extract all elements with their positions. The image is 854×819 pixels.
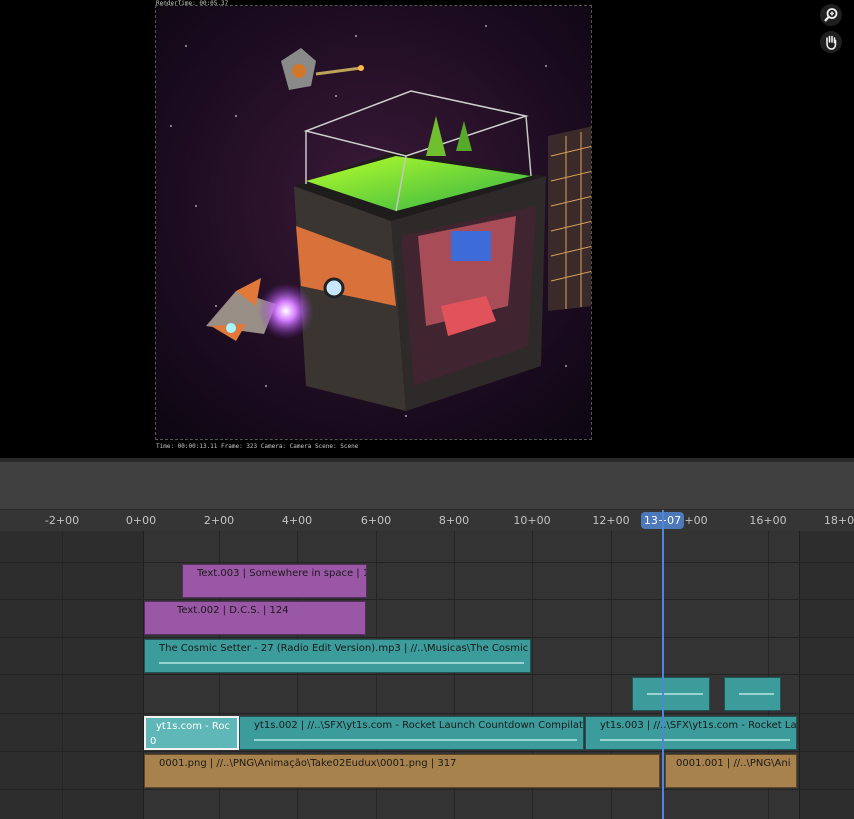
grid-line	[62, 531, 63, 819]
tick-label: 10+00	[513, 514, 551, 527]
tick-label: 2+00	[203, 514, 235, 527]
sound-strip-clip[interactable]	[724, 677, 781, 711]
tick-label: 18+0	[823, 514, 854, 527]
strip-label: Text.002 | D.C.S. | 124	[177, 605, 289, 616]
waveform	[647, 693, 703, 695]
space-station-render	[156, 6, 591, 439]
time-ruler[interactable]: -2+00 0+00 2+00 4+00 6+00 8+00 10+00 12+…	[0, 510, 854, 531]
tick-label: 0+00	[125, 514, 157, 527]
waveform	[254, 739, 577, 741]
strip-label: Text.003 | Somewhere in space | 1	[197, 568, 367, 579]
tick-label: -2+00	[44, 514, 80, 527]
sound-strip-yt1s002[interactable]: yt1s.002 | //..\SFX\yt1s.com - Rocket La…	[239, 716, 584, 750]
sound-strip-clip[interactable]	[632, 677, 710, 711]
zoom-in-icon[interactable]	[820, 4, 842, 26]
strip-sub-label: 0	[150, 736, 157, 747]
tick-label: 4+00	[281, 514, 313, 527]
image-strip-0001-001[interactable]: 0001.001 | //..\PNG\Ani	[665, 754, 797, 788]
strip-label: 0001.png | //..\PNG\Animação\Take02Eudux…	[159, 758, 457, 769]
channel-divider	[0, 674, 854, 675]
waveform	[159, 662, 524, 664]
sound-strip-yt1s003[interactable]: yt1s.003 | //..\SFX\yt1s.com - Rocket La	[585, 716, 797, 750]
waveform	[600, 739, 790, 741]
tick-label: 12+00	[592, 514, 630, 527]
tick-label: 6+00	[360, 514, 392, 527]
render-preview-image	[155, 5, 592, 440]
render-info-footer: Time: 00:00:13.11 Frame: 323 Camera: Cam…	[156, 443, 359, 450]
tick-label: +00	[684, 514, 708, 527]
strip-label: 0001.001 | //..\PNG\Ani	[676, 758, 791, 769]
playhead-line[interactable]	[662, 510, 664, 819]
hand-icon[interactable]	[820, 31, 842, 53]
waveform	[739, 693, 774, 695]
image-strip-0001png[interactable]: 0001.png | //..\PNG\Animação\Take02Eudux…	[144, 754, 660, 788]
channel-divider	[0, 562, 854, 563]
sequencer-header	[0, 462, 854, 510]
strip-label: The Cosmic Setter - 27 (Radio Edit Versi…	[159, 643, 531, 654]
text-strip-text002[interactable]: Text.002 | D.C.S. | 124	[144, 601, 366, 635]
channel-divider	[0, 637, 854, 638]
sound-strip-music[interactable]: The Cosmic Setter - 27 (Radio Edit Versi…	[144, 639, 531, 673]
tick-label: 16+00	[749, 514, 787, 527]
pan-hand-icon	[826, 35, 837, 50]
strip-label: yt1s.003 | //..\SFX\yt1s.com - Rocket La	[600, 720, 797, 731]
sequencer-channels[interactable]: Text.003 | Somewhere in space | 1 Text.0…	[0, 531, 854, 819]
sound-strip-yt1s-selected[interactable]: yt1s.com - Roc 0	[144, 716, 239, 750]
tick-label: 8+00	[438, 514, 470, 527]
strip-label: yt1s.com - Roc	[156, 721, 231, 732]
channel-divider	[0, 713, 854, 714]
strip-label: yt1s.002 | //..\SFX\yt1s.com - Rocket La…	[254, 720, 584, 731]
channel-divider	[0, 789, 854, 790]
sequencer-preview[interactable]: RenderTime: 00:05.37 Time: 00:00:13.11 F…	[0, 0, 854, 458]
channel-divider	[0, 599, 854, 600]
channel-divider	[0, 751, 854, 752]
text-strip-text003[interactable]: Text.003 | Somewhere in space | 1	[182, 564, 367, 598]
magnifier-icon	[824, 8, 838, 22]
